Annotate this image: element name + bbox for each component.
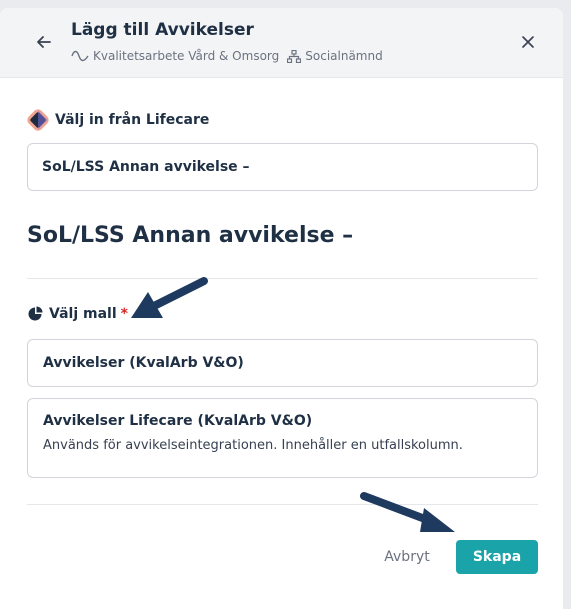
lifecare-logo-icon (27, 109, 49, 131)
breadcrumb: Kvalitetsarbete Vård & Omsorg Socialnämn… (71, 49, 383, 63)
create-button[interactable]: Skapa (456, 540, 538, 574)
lifecare-search-input[interactable] (27, 143, 538, 191)
close-icon[interactable] (520, 34, 536, 50)
breadcrumb-workspace-label: Kvalitetsarbete Vård & Omsorg (93, 49, 280, 63)
lifecare-label-text: Välj in från Lifecare (55, 112, 210, 128)
required-marker: * (120, 306, 128, 322)
divider (27, 504, 538, 505)
template-option[interactable]: Avvikelser (KvalArb V&O) (27, 339, 538, 387)
deviation-title: SoL/LSS Annan avvikelse – (27, 223, 354, 248)
dialog-title: Lägg till Avvikelser (71, 20, 254, 40)
breadcrumb-committee-label: Socialnämnd (305, 49, 383, 63)
template-option-title: Avvikelser Lifecare (KvalArb V&O) (43, 413, 313, 429)
template-label-text: Välj mall (49, 306, 117, 322)
template-option-title: Avvikelser (KvalArb V&O) (43, 355, 244, 371)
pie-chart-icon (28, 306, 43, 321)
org-chart-icon (287, 49, 302, 63)
lifecare-label: Välj in från Lifecare (27, 109, 209, 131)
add-deviation-dialog: Lägg till Avvikelser Kvalitetsarbete Vår… (0, 8, 563, 609)
template-label: Välj mall * (27, 306, 128, 322)
template-option-description: Används för avvikelseintegrationen. Inne… (43, 438, 463, 453)
breadcrumb-workspace: Kvalitetsarbete Vård & Omsorg (71, 49, 279, 63)
dialog-header: Lägg till Avvikelser Kvalitetsarbete Vår… (0, 8, 563, 78)
template-option[interactable]: Avvikelser Lifecare (KvalArb V&O) Använd… (27, 398, 538, 478)
divider (27, 278, 538, 279)
cancel-button[interactable]: Avbryt (374, 540, 440, 574)
breadcrumb-committee: Socialnämnd (287, 49, 383, 63)
back-arrow-icon[interactable] (34, 32, 54, 52)
activity-wave-icon (71, 50, 89, 62)
